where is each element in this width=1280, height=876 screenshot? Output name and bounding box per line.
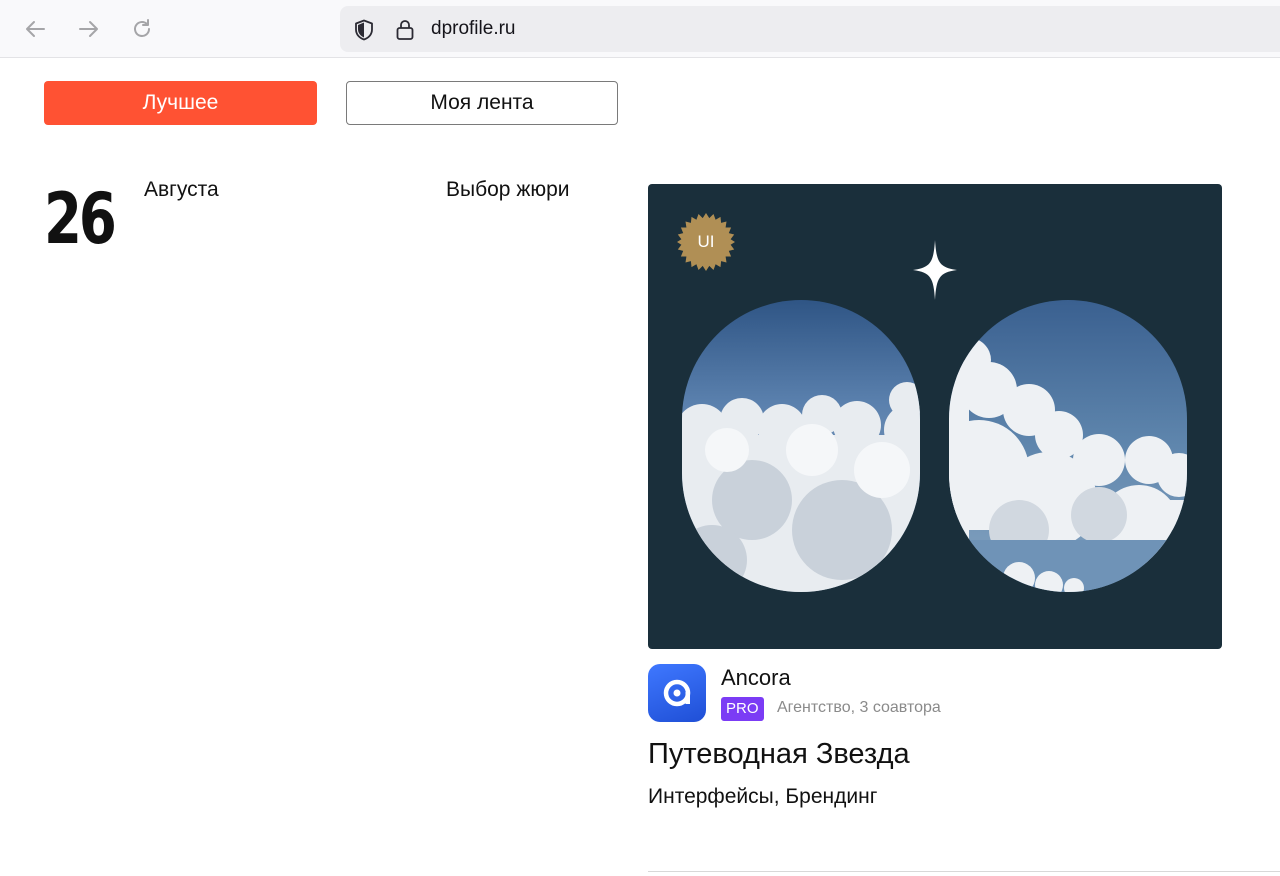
project-categories: Интерфейсы, Брендинг <box>648 785 878 808</box>
reload-icon <box>134 19 150 37</box>
project-title[interactable]: Путеводная Звезда <box>648 738 910 771</box>
my-feed-button[interactable]: Моя лента <box>346 81 618 125</box>
arrow-right-icon <box>79 21 98 37</box>
browser-toolbar: dprofile.ru <box>0 0 1280 58</box>
ancora-logo-icon <box>663 679 691 707</box>
address-bar[interactable]: dprofile.ru <box>340 6 1280 52</box>
lock-icon[interactable] <box>393 18 417 42</box>
jury-choice-label: Выбор жюри <box>446 178 570 201</box>
back-button[interactable] <box>20 14 50 44</box>
sky-window-right <box>949 300 1187 592</box>
ui-badge-label: UI <box>697 232 715 251</box>
project-cover[interactable]: UI <box>648 184 1222 649</box>
forward-button[interactable] <box>74 14 104 44</box>
star-icon <box>913 240 957 300</box>
author-avatar[interactable] <box>648 664 706 722</box>
author-meta: Агентство, 3 соавтора <box>777 699 941 716</box>
pro-badge: PRO <box>721 697 764 721</box>
divider <box>648 871 1280 872</box>
best-filter-button[interactable]: Лучшее <box>44 81 317 125</box>
sky-window-left <box>682 300 920 592</box>
url-text[interactable]: dprofile.ru <box>431 18 516 40</box>
date-month: Августа <box>144 178 219 201</box>
shield-icon[interactable] <box>352 18 376 42</box>
reload-button[interactable] <box>127 14 157 44</box>
author-name[interactable]: Ancora <box>721 665 791 691</box>
date-day: 26 <box>44 178 117 260</box>
arrow-left-icon <box>26 21 45 37</box>
